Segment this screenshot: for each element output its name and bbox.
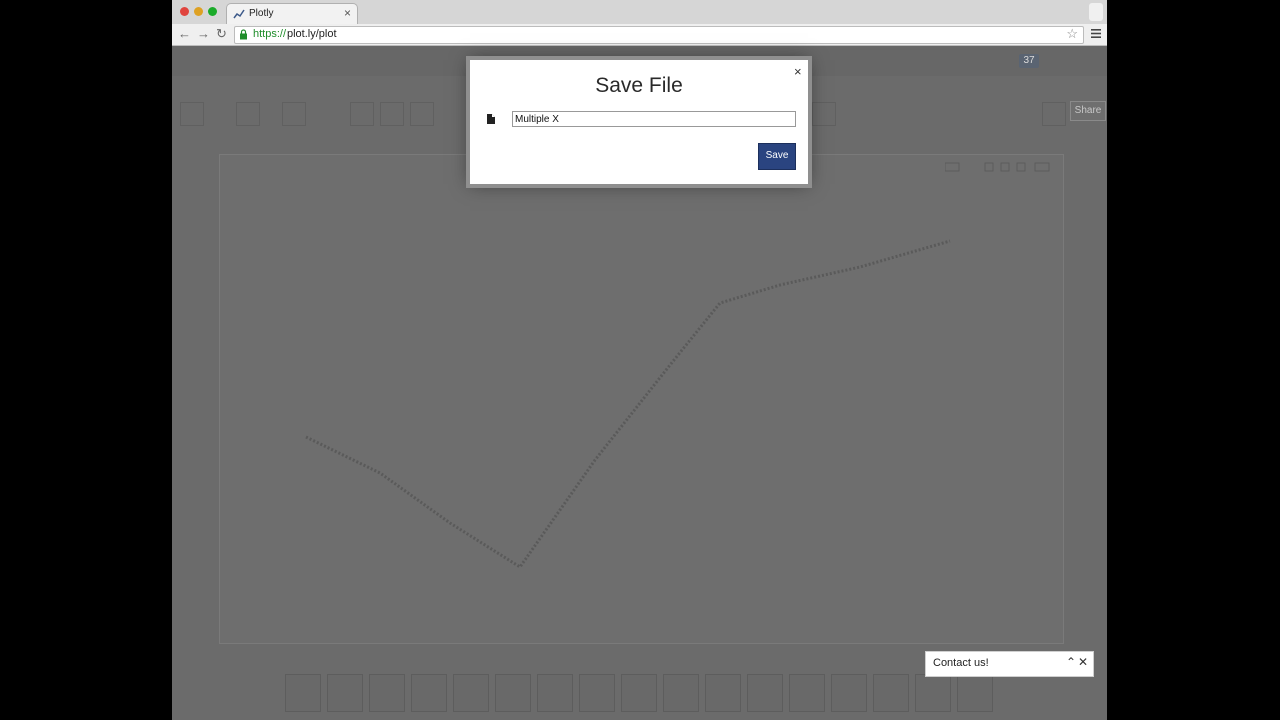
- maximize-window-button[interactable]: [208, 7, 217, 16]
- contact-label: Contact us!: [933, 657, 989, 669]
- thumbnail[interactable]: [705, 674, 741, 712]
- toolbar-icon[interactable]: [1042, 102, 1066, 126]
- thumbnail[interactable]: [621, 674, 657, 712]
- profile-icon[interactable]: [1089, 3, 1103, 21]
- toolbar-icon[interactable]: [282, 102, 306, 126]
- toolbar-icon[interactable]: [350, 102, 374, 126]
- save-button[interactable]: Save: [758, 143, 796, 170]
- thumbnail[interactable]: [453, 674, 489, 712]
- thumbnail[interactable]: [915, 674, 951, 712]
- close-dialog-icon[interactable]: ×: [794, 64, 802, 79]
- thumbnail-strip: [285, 674, 995, 712]
- notification-badge[interactable]: 37: [1019, 54, 1039, 68]
- close-window-button[interactable]: [180, 7, 189, 16]
- back-icon[interactable]: ←: [178, 26, 191, 41]
- forward-icon[interactable]: →: [197, 26, 210, 41]
- toolbar-icon[interactable]: [236, 102, 260, 126]
- browser-tab-plotly[interactable]: Plotly ×: [226, 3, 358, 25]
- trace-line: [305, 239, 951, 570]
- lock-icon: [240, 29, 247, 40]
- toolbar-icon[interactable]: [812, 102, 836, 126]
- contact-widget[interactable]: Contact us! ⌃ ✕: [925, 651, 1094, 677]
- thumbnail[interactable]: [747, 674, 783, 712]
- plot-canvas[interactable]: [219, 154, 1064, 644]
- thumbnail[interactable]: [495, 674, 531, 712]
- reload-icon[interactable]: ↻: [216, 26, 227, 42]
- thumbnail[interactable]: [411, 674, 447, 712]
- thumbnail[interactable]: [579, 674, 615, 712]
- url-scheme: https://: [253, 28, 287, 40]
- thumbnail[interactable]: [327, 674, 363, 712]
- thumbnail[interactable]: [537, 674, 573, 712]
- bookmark-star-icon[interactable]: ☆: [1066, 26, 1078, 42]
- browser-toolbar: ← → ↻ https:// plot.ly/plot ☆: [172, 24, 1107, 46]
- thumbnail[interactable]: [663, 674, 699, 712]
- dialog-title: Save File: [595, 74, 683, 97]
- toolbar-icon[interactable]: [180, 102, 204, 126]
- tab-title: Plotly: [249, 8, 274, 19]
- toolbar-icon[interactable]: [380, 102, 404, 126]
- thumbnail[interactable]: [873, 674, 909, 712]
- tab-bar: Plotly ×: [172, 0, 1107, 25]
- save-file-dialog: Save File × Save: [470, 60, 808, 184]
- thumbnail[interactable]: [957, 674, 993, 712]
- thumbnail[interactable]: [789, 674, 825, 712]
- thumbnail[interactable]: [285, 674, 321, 712]
- thumbnail[interactable]: [831, 674, 867, 712]
- toolbar-icon[interactable]: [410, 102, 434, 126]
- share-button[interactable]: Share: [1070, 101, 1106, 121]
- chevron-up-icon[interactable]: ⌃: [1066, 655, 1076, 669]
- address-bar[interactable]: https:// plot.ly/plot ☆: [234, 26, 1084, 44]
- file-icon: [487, 114, 495, 124]
- hamburger-menu-icon[interactable]: [1091, 29, 1101, 38]
- plotly-favicon-icon: [233, 9, 245, 19]
- filename-input[interactable]: [512, 111, 796, 127]
- url-path: plot.ly/plot: [287, 28, 337, 40]
- thumbnail[interactable]: [369, 674, 405, 712]
- close-icon[interactable]: ✕: [1078, 655, 1088, 669]
- minimize-window-button[interactable]: [194, 7, 203, 16]
- close-tab-icon[interactable]: ×: [344, 6, 351, 20]
